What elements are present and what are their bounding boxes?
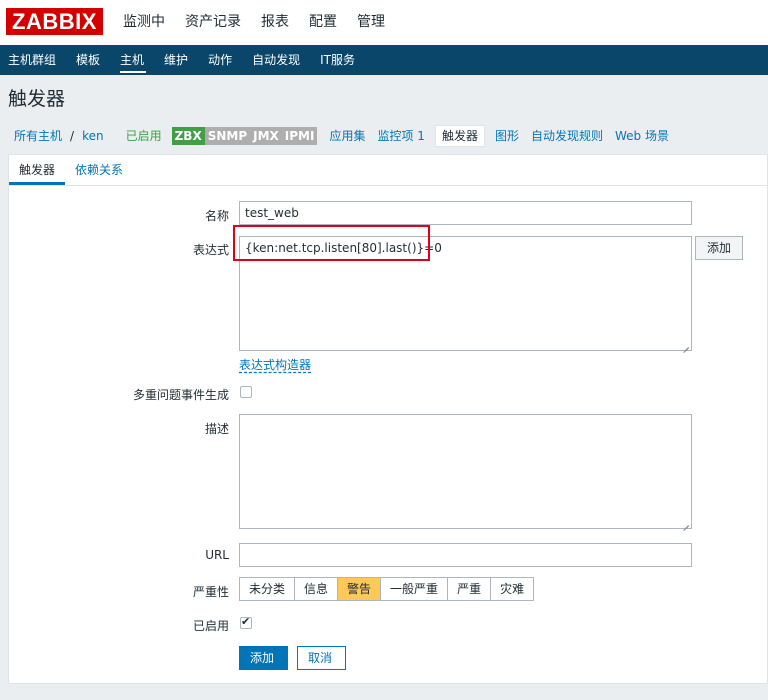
form-tabs: 触发器 依赖关系 bbox=[9, 155, 133, 185]
multiple-events-label: 多重问题事件生成 bbox=[132, 388, 229, 402]
page-title: 触发器 bbox=[8, 88, 66, 110]
sub-nav-discovery[interactable]: 自动发现 bbox=[244, 45, 310, 75]
main-nav: 监测中 资产记录 报表 配置 管理 bbox=[113, 0, 395, 45]
main-nav-monitoring[interactable]: 监测中 bbox=[113, 0, 175, 45]
description-label: 描述 bbox=[204, 422, 229, 436]
all-hosts-link[interactable]: 所有主机 bbox=[8, 124, 68, 148]
submit-add-button[interactable]: 添加 bbox=[239, 646, 288, 670]
breadcrumb-separator: / bbox=[70, 129, 75, 143]
expression-builder-link[interactable]: 表达式构造器 bbox=[239, 356, 311, 373]
host-link[interactable]: ken bbox=[76, 124, 110, 148]
tab-dependencies[interactable]: 依赖关系 bbox=[65, 155, 133, 185]
badge-snmp: SNMP bbox=[204, 127, 251, 145]
severity-warning[interactable]: 警告 bbox=[338, 578, 382, 600]
applications-link[interactable]: 应用集 bbox=[323, 124, 371, 148]
host-nav: 所有主机 / ken 已启用 ZBX SNMP JMX IPMI 应用集 监控项… bbox=[8, 124, 675, 148]
top-header: ZABBIX 监测中 资产记录 报表 配置 管理 bbox=[0, 0, 768, 45]
main-nav-reports[interactable]: 报表 bbox=[251, 0, 299, 45]
url-label: URL bbox=[205, 548, 229, 562]
graphs-link[interactable]: 图形 bbox=[489, 124, 525, 148]
availability-badges: ZBX SNMP JMX IPMI bbox=[171, 127, 318, 145]
zabbix-logo[interactable]: ZABBIX bbox=[6, 8, 103, 35]
main-nav-configuration[interactable]: 配置 bbox=[299, 0, 347, 45]
add-expression-button[interactable]: 添加 bbox=[695, 236, 743, 260]
name-label: 名称 bbox=[204, 209, 229, 223]
badge-jmx: JMX bbox=[250, 127, 282, 145]
cancel-button[interactable]: 取消 bbox=[297, 646, 346, 670]
web-scenarios-link[interactable]: Web 场景 bbox=[609, 124, 675, 148]
badge-zbx: ZBX bbox=[171, 127, 205, 145]
sub-nav-maintenance[interactable]: 维护 bbox=[156, 45, 198, 75]
resize-grip-icon[interactable] bbox=[682, 519, 690, 527]
enabled-checkbox[interactable] bbox=[240, 615, 252, 629]
severity-average[interactable]: 一般严重 bbox=[381, 578, 449, 600]
sub-nav-templates[interactable]: 模板 bbox=[68, 45, 110, 75]
expression-label: 表达式 bbox=[192, 243, 229, 257]
sub-nav: 主机群组 模板 主机 维护 动作 自动发现 IT服务 bbox=[0, 45, 768, 75]
enabled-label: 已启用 bbox=[192, 619, 229, 633]
badge-ipmi: IPMI bbox=[281, 127, 318, 145]
sub-nav-host-groups[interactable]: 主机群组 bbox=[0, 45, 66, 75]
url-input[interactable] bbox=[239, 543, 692, 567]
main-nav-inventory[interactable]: 资产记录 bbox=[175, 0, 251, 45]
severity-selector: 未分类 信息 警告 一般严重 严重 灾难 bbox=[239, 577, 535, 601]
sub-nav-actions[interactable]: 动作 bbox=[200, 45, 242, 75]
sub-nav-hosts[interactable]: 主机 bbox=[112, 45, 154, 75]
severity-high[interactable]: 严重 bbox=[448, 578, 492, 600]
main-nav-administration[interactable]: 管理 bbox=[347, 0, 395, 45]
resize-grip-icon[interactable] bbox=[682, 341, 690, 349]
trigger-form: 触发器 依赖关系 名称 test_web 表达式 {ken:net.tcp.li… bbox=[8, 154, 768, 684]
severity-information[interactable]: 信息 bbox=[295, 578, 339, 600]
discovery-rules-link[interactable]: 自动发现规则 bbox=[525, 124, 609, 148]
severity-disaster[interactable]: 灾难 bbox=[491, 578, 534, 600]
multiple-events-checkbox[interactable] bbox=[240, 386, 252, 398]
sub-nav-it-services[interactable]: IT服务 bbox=[312, 45, 365, 75]
items-link[interactable]: 监控项 1 bbox=[371, 124, 430, 148]
host-status-enabled: 已启用 bbox=[125, 129, 162, 143]
tab-divider bbox=[9, 185, 767, 186]
annotation-highlight-box bbox=[233, 225, 430, 261]
description-textarea[interactable] bbox=[239, 414, 692, 529]
severity-label: 严重性 bbox=[192, 585, 229, 599]
triggers-link[interactable]: 触发器 bbox=[434, 125, 485, 147]
severity-not-classified[interactable]: 未分类 bbox=[240, 578, 296, 600]
tab-trigger[interactable]: 触发器 bbox=[9, 155, 66, 185]
name-input[interactable]: test_web bbox=[239, 201, 692, 225]
